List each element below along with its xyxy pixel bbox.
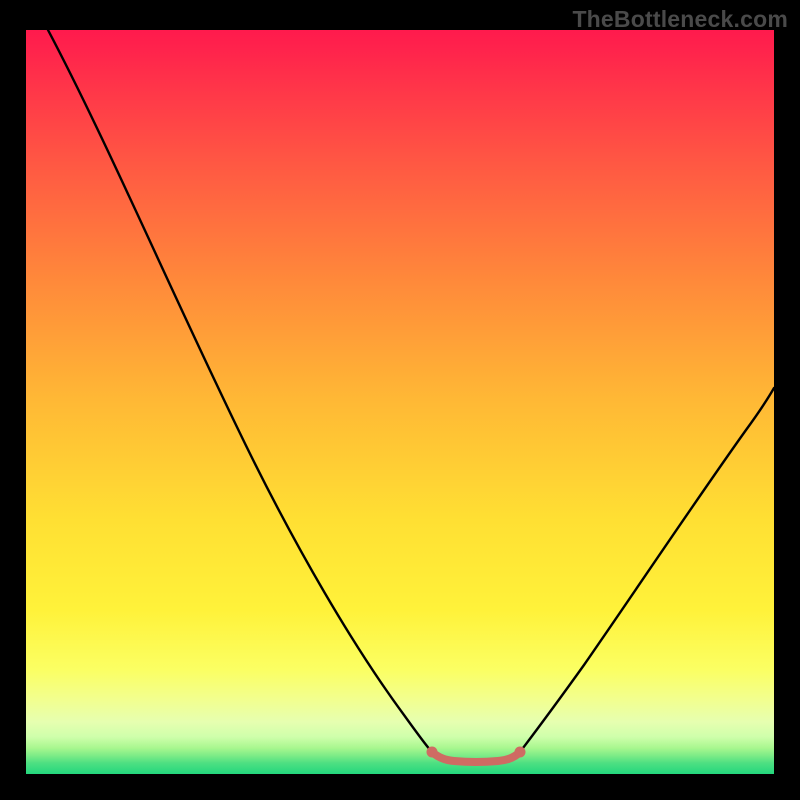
- watermark-text: TheBottleneck.com: [572, 6, 788, 33]
- plot-area: [26, 30, 774, 774]
- valley-left-knob: [427, 747, 438, 758]
- valley-right-knob: [515, 747, 526, 758]
- valley-floor: [432, 752, 520, 762]
- curve-right-branch: [520, 388, 774, 752]
- bottleneck-curve: [26, 30, 774, 774]
- chart-frame: TheBottleneck.com: [0, 0, 800, 800]
- curve-left-branch: [48, 30, 432, 752]
